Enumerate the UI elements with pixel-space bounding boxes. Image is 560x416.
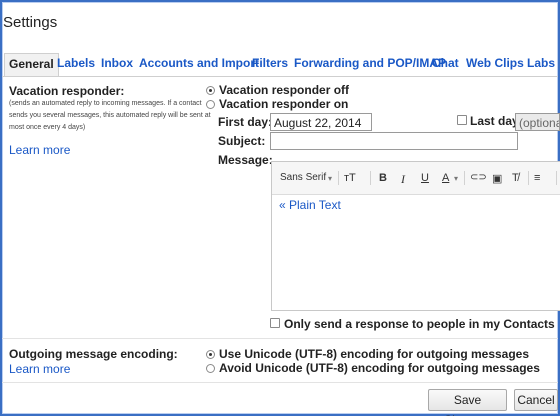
message-editor[interactable]: Sans Serif ▾ тT B I U A ▾ ⊂⊃ ▣ T̸ ≡ « Pl… (271, 161, 560, 311)
subject-label: Subject: (218, 134, 266, 148)
first-day-input[interactable]: August 22, 2014 (270, 113, 372, 131)
vacation-responder-label: Vacation responder: (9, 84, 125, 98)
vacation-off-label[interactable]: Vacation responder off (219, 83, 349, 97)
encoding-utf8-radio[interactable] (206, 350, 215, 359)
toolbar-separator (464, 171, 465, 185)
footer-divider (2, 382, 558, 383)
font-size-icon[interactable]: тT (344, 172, 356, 184)
font-family-dropdown[interactable]: Sans Serif (280, 172, 326, 183)
tab-labels[interactable]: Labels (57, 56, 95, 70)
underline-icon[interactable]: U (421, 172, 429, 184)
italic-icon[interactable]: I (401, 172, 405, 187)
vacation-description-line-3: most once every 4 days) (9, 124, 86, 131)
vacation-description-line-1: (sends an automated reply to incoming me… (9, 100, 202, 107)
contacts-only-label[interactable]: Only send a response to people in my Con… (284, 317, 555, 331)
save-changes-button[interactable]: Save Changes (428, 389, 507, 416)
tab-general[interactable]: General (4, 53, 59, 76)
plain-text-link[interactable]: « Plain Text (279, 198, 341, 212)
vacation-off-radio[interactable] (206, 86, 215, 95)
tab-labs[interactable]: Labs (527, 56, 555, 70)
toolbar-separator (338, 171, 339, 185)
formatting-toolbar: Sans Serif ▾ тT B I U A ▾ ⊂⊃ ▣ T̸ ≡ (272, 162, 560, 195)
encoding-utf8-label[interactable]: Use Unicode (UTF-8) encoding for outgoin… (219, 347, 529, 361)
encoding-avoid-radio[interactable] (206, 364, 215, 373)
font-dropdown-arrow-icon: ▾ (328, 174, 333, 183)
image-icon[interactable]: ▣ (492, 172, 502, 185)
last-day-checkbox[interactable] (457, 115, 467, 125)
toolbar-separator (370, 171, 371, 185)
tab-web-clips[interactable]: Web Clips (466, 56, 524, 70)
tab-forwarding-pop-imap[interactable]: Forwarding and POP/IMAP (294, 56, 446, 70)
bold-icon[interactable]: B (379, 172, 387, 184)
tab-filters[interactable]: Filters (252, 56, 288, 70)
vacation-on-radio[interactable] (206, 100, 215, 109)
first-day-label: First day: (218, 115, 273, 129)
vacation-description-line-2: sends you several messages, this automat… (9, 112, 211, 119)
tab-accounts-and-import[interactable]: Accounts and Import (139, 56, 259, 70)
tab-inbox[interactable]: Inbox (101, 56, 133, 70)
encoding-learn-more-link[interactable]: Learn more (9, 362, 70, 376)
vacation-on-label[interactable]: Vacation responder on (219, 97, 348, 111)
encoding-avoid-label[interactable]: Avoid Unicode (UTF-8) encoding for outgo… (219, 361, 540, 375)
vacation-learn-more-link[interactable]: Learn more (9, 143, 70, 157)
align-icon[interactable]: ≡ (534, 172, 540, 184)
link-icon[interactable]: ⊂⊃ (470, 172, 487, 183)
text-color-dropdown-icon: ▾ (454, 174, 459, 183)
section-divider (2, 338, 558, 339)
toolbar-separator (556, 171, 557, 185)
page-title: Settings (3, 14, 58, 31)
settings-tabs: General Labels Inbox Accounts and Import… (2, 53, 558, 77)
remove-formatting-icon[interactable]: T̸ (512, 172, 519, 184)
contacts-only-checkbox[interactable] (270, 318, 280, 328)
toolbar-separator (528, 171, 529, 185)
text-color-icon[interactable]: A (442, 172, 449, 184)
encoding-label: Outgoing message encoding: (9, 347, 178, 361)
last-day-input[interactable]: (optional) (515, 113, 560, 131)
subject-input[interactable] (270, 132, 518, 150)
message-label: Message: (218, 153, 273, 167)
tab-chat[interactable]: Chat (432, 56, 459, 70)
cancel-button[interactable]: Cancel (514, 389, 558, 411)
